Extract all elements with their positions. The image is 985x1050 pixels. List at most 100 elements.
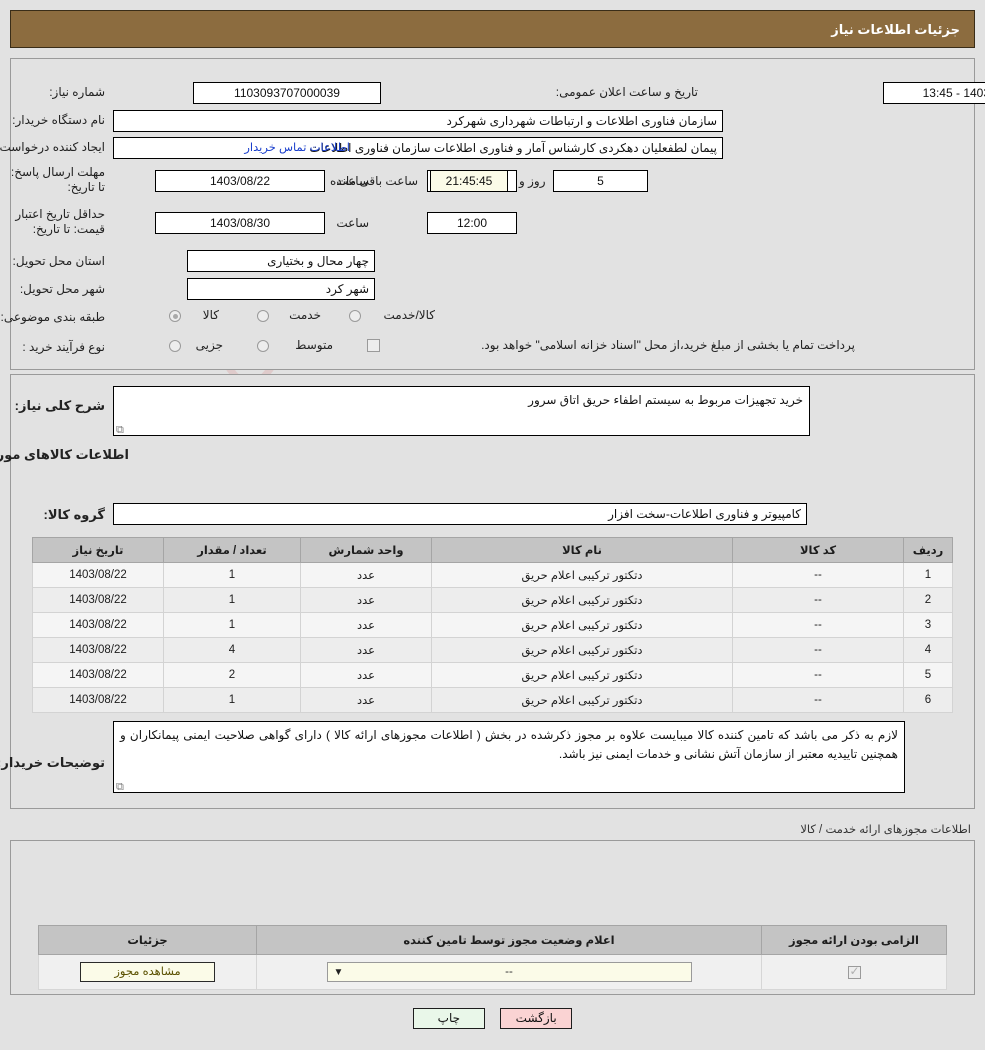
cell-unit: عدد (300, 662, 432, 688)
need-number-value: 1103093707000039 (193, 82, 381, 104)
need-description-label: شرح کلی نیاز: (14, 398, 105, 413)
cell-row-number: 5 (903, 662, 953, 688)
cell-quantity: 1 (163, 562, 301, 588)
cell-row-number: 4 (903, 637, 953, 663)
cell-unit: عدد (300, 687, 432, 713)
province-label: استان محل تحویل: (12, 254, 105, 268)
goods-table-row: 2 -- دتکتور ترکیبی اعلام حریق عدد 1 1403/08/2… (32, 587, 953, 613)
cell-goods-name: دتکتور ترکیبی اعلام حریق (431, 612, 733, 638)
cell-row-number: 1 (903, 562, 953, 588)
treasury-bonds-checkbox[interactable] (367, 339, 380, 352)
radio-category-kala[interactable] (169, 310, 181, 322)
license-table: الزامی بودن ارائه مجوز اعلام وضعیت مجوز … (38, 925, 947, 990)
goods-table-row: 4 -- دتکتور ترکیبی اعلام حریق عدد 4 1403/08/2… (32, 637, 953, 663)
radio-category-kala-khedmat[interactable] (349, 310, 361, 322)
cell-goods-code: -- (732, 637, 904, 663)
cell-quantity: 2 (163, 662, 301, 688)
radio-process-motevaset-label: متوسط (295, 338, 333, 352)
cell-need-date: 1403/08/22 (32, 662, 164, 688)
price-validity-time-label: ساعت (336, 216, 369, 230)
license-required-cell (761, 954, 947, 990)
cell-unit: عدد (300, 637, 432, 663)
goods-table-row: 6 -- دتکتور ترکیبی اعلام حریق عدد 1 1403/08/2… (32, 687, 953, 713)
treasury-bonds-label: پرداخت تمام یا بخشی از مبلغ خرید،از محل … (481, 338, 855, 352)
cell-goods-code: -- (732, 587, 904, 613)
city-label: شهر محل تحویل: (19, 282, 105, 296)
need-description-value: خرید تجهیزات مربوط به سیستم اطفاء حریق ا… (528, 393, 803, 407)
radio-process-jozi[interactable] (169, 340, 181, 352)
goods-table-body: 1 -- دتکتور ترکیبی اعلام حریق عدد 1 1403/08/2… (32, 562, 953, 713)
resize-grip-icon[interactable]: ⧉ (116, 782, 126, 793)
reply-deadline-date: 1403/08/22 (155, 170, 325, 192)
goods-table-header-row: ردیف کد کالا نام کالا واحد شمارش تعداد /… (32, 537, 953, 563)
goods-table: ردیف کد کالا نام کالا واحد شمارش تعداد /… (32, 537, 953, 713)
license-status-value: -- (505, 966, 513, 978)
remaining-days-label: روز و (519, 174, 546, 188)
category-label: طبقه بندی موضوعی: (0, 310, 105, 324)
cell-unit: عدد (300, 612, 432, 638)
cell-goods-name: دتکتور ترکیبی اعلام حریق (431, 662, 733, 688)
price-validity-date: 1403/08/30 (155, 212, 325, 234)
print-button[interactable]: چاپ (412, 1008, 485, 1029)
cell-quantity: 1 (163, 687, 301, 713)
need-description-textarea[interactable]: خرید تجهیزات مربوط به سیستم اطفاء حریق ا… (113, 386, 810, 436)
radio-category-khedmat-label: خدمت (289, 308, 321, 322)
col-license-status: اعلام وضعیت مجوز توسط تامین کننده (256, 925, 762, 955)
back-button[interactable]: بازگشت (500, 1008, 573, 1029)
buyer-notes-label: توضیحات خریدار: (0, 755, 105, 770)
cell-need-date: 1403/08/22 (32, 612, 164, 638)
cell-goods-code: -- (732, 687, 904, 713)
cell-unit: عدد (300, 587, 432, 613)
remaining-days-value: 5 (553, 170, 648, 192)
view-license-button[interactable]: مشاهده مجوز (80, 962, 215, 982)
radio-category-kala-label: کالا (202, 308, 219, 322)
remaining-countdown-label: ساعت باقی مانده (330, 174, 419, 188)
need-number-label: شماره نیاز: (49, 85, 105, 99)
goods-table-row: 5 -- دتکتور ترکیبی اعلام حریق عدد 2 1403/08/2… (32, 662, 953, 688)
province-value: چهار محال و بختیاری (187, 250, 375, 272)
col-license-required: الزامی بودن ارائه مجوز (761, 925, 947, 955)
cell-goods-name: دتکتور ترکیبی اعلام حریق (431, 562, 733, 588)
price-validity-label: حداقل تاریخ اعتبار قیمت: تا تاریخ: (15, 207, 105, 236)
license-table-header-row: الزامی بودن ارائه مجوز اعلام وضعیت مجوز … (38, 925, 947, 955)
buyer-contact-link[interactable]: اطلاعات تماس خریدار (244, 140, 350, 154)
license-status-select[interactable]: ▼ -- (326, 962, 692, 982)
cell-quantity: 4 (163, 637, 301, 663)
col-goods-code: کد کالا (732, 537, 904, 563)
col-quantity: تعداد / مقدار (163, 537, 301, 563)
goods-table-row: 3 -- دتکتور ترکیبی اعلام حریق عدد 1 1403/08/2… (32, 612, 953, 638)
buyer-org-value: سازمان فناوری اطلاعات و ارتباطات شهرداری… (113, 110, 723, 132)
cell-need-date: 1403/08/22 (32, 687, 164, 713)
process-type-label: نوع فرآیند خرید : (22, 340, 105, 354)
cell-need-date: 1403/08/22 (32, 587, 164, 613)
cell-goods-code: -- (732, 612, 904, 638)
goods-group-value: کامپیوتر و فناوری اطلاعات-سخت افزار (113, 503, 807, 525)
cell-row-number: 3 (903, 612, 953, 638)
col-license-details: جزئیات (38, 925, 257, 955)
cell-quantity: 1 (163, 587, 301, 613)
license-table-row: ▼ -- مشاهده مجوز (38, 954, 947, 990)
license-status-cell: ▼ -- (256, 954, 762, 990)
cell-goods-code: -- (732, 562, 904, 588)
license-section-caption: اطلاعات مجوزهای ارائه خدمت / کالا (800, 824, 971, 836)
cell-quantity: 1 (163, 612, 301, 638)
resize-grip-icon[interactable]: ⧉ (116, 425, 126, 436)
cell-goods-name: دتکتور ترکیبی اعلام حریق (431, 587, 733, 613)
radio-process-jozi-label: جزیی (195, 338, 223, 352)
requester-label: ایجاد کننده درخواست: (0, 140, 105, 154)
cell-row-number: 6 (903, 687, 953, 713)
license-required-checkbox[interactable] (847, 964, 861, 979)
radio-category-khedmat[interactable] (257, 310, 269, 322)
cell-row-number: 2 (903, 587, 953, 613)
price-validity-time: 12:00 (427, 212, 517, 234)
buyer-notes-textarea[interactable]: لازم به ذکر می باشد که تامین کننده کالا … (113, 721, 905, 793)
page-root: AriaTender.net جزئیات اطلاعات نیاز شماره… (0, 0, 985, 1050)
col-unit: واحد شمارش (300, 537, 432, 563)
radio-process-motevaset[interactable] (257, 340, 269, 352)
cell-need-date: 1403/08/22 (32, 562, 164, 588)
col-row-number: ردیف (903, 537, 953, 563)
license-details-cell: مشاهده مجوز (38, 954, 257, 990)
window-header-bar: جزئیات اطلاعات نیاز (10, 10, 975, 48)
chevron-down-icon: ▼ (333, 967, 344, 978)
announce-datetime-value: 1403/08/16 - 13:45 (883, 82, 985, 104)
